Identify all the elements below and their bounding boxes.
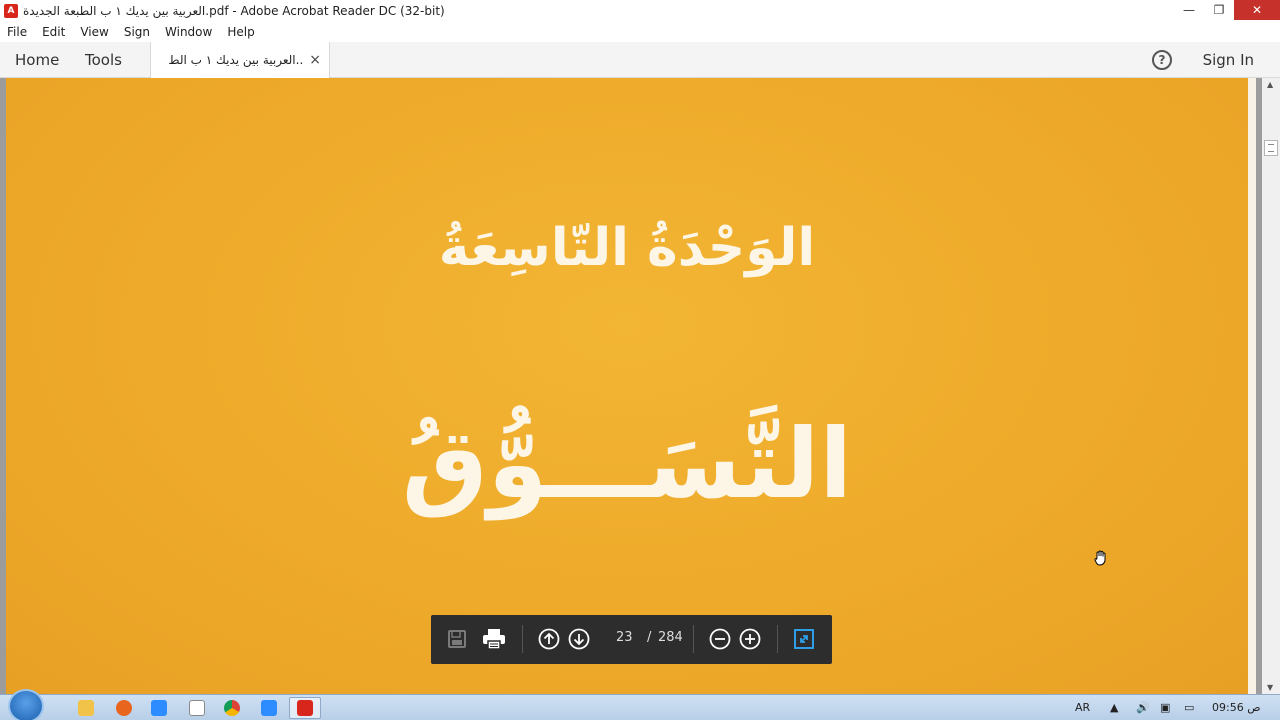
minimize-button[interactable]: — [1174, 0, 1204, 20]
scroll-down-icon[interactable]: ▼ [1267, 683, 1273, 692]
hand-cursor-icon [1094, 550, 1106, 566]
toolbar-divider [693, 625, 694, 653]
zoom-in-icon[interactable] [738, 627, 762, 651]
action-center-icon[interactable]: ▭ [1184, 695, 1194, 720]
acrobat-app-icon: A [4, 4, 18, 18]
previous-page-icon[interactable] [537, 627, 561, 651]
next-page-icon[interactable] [567, 627, 591, 651]
menu-file[interactable]: File [0, 25, 35, 39]
current-page-input[interactable]: 23 [616, 630, 633, 645]
tab-home[interactable]: Home [15, 42, 59, 78]
page-edge [1248, 78, 1256, 694]
fit-page-icon[interactable] [792, 627, 816, 651]
start-button[interactable] [8, 689, 44, 720]
document-tab-title: العربية بين يديك ١ ب الط.. [168, 53, 304, 67]
total-pages: 284 [658, 630, 683, 645]
floating-toolbar: 23 / 284 [431, 615, 832, 664]
firefox-taskbar-icon[interactable] [108, 697, 140, 719]
page-separator: / [647, 630, 652, 645]
help-icon[interactable]: ? [1152, 50, 1172, 70]
zoom-out-icon[interactable] [708, 627, 732, 651]
taskbar: AR ▲ 🔊 ▣ ▭ 09:56 ص [0, 689, 1280, 720]
show-hidden-icons[interactable]: ▲ [1110, 695, 1118, 720]
menu-edit[interactable]: Edit [35, 25, 73, 39]
menu-view[interactable]: View [73, 25, 116, 39]
scroll-up-icon[interactable]: ▲ [1267, 80, 1273, 89]
menu-window[interactable]: Window [158, 25, 220, 39]
toolbar-divider [777, 625, 778, 653]
window-title: العربية بين يديك ١ ب الطبعة الجديدة.pdf … [23, 4, 445, 18]
toolbar-divider [522, 625, 523, 653]
menu-sign[interactable]: Sign [117, 25, 158, 39]
chrome-taskbar-icon[interactable] [216, 697, 248, 719]
unit-heading: الوَحْدَةُ التّاسِعَةُ [438, 218, 816, 278]
document-tab[interactable]: العربية بين يديك ١ ب الط.. × [150, 42, 330, 78]
zoom-taskbar-icon[interactable] [253, 697, 285, 719]
print-icon[interactable] [482, 627, 506, 651]
menu-help[interactable]: Help [220, 25, 262, 39]
vertical-scrollbar[interactable]: ▲ ▼ [1262, 78, 1280, 694]
zoom-taskbar-icon[interactable] [143, 697, 175, 719]
document-viewport[interactable]: الوَحْدَةُ التّاسِعَةُ التَّسَـــوُّقُ [0, 78, 1280, 694]
save-icon[interactable] [445, 627, 469, 651]
menu-bar: File Edit View Sign Window Help [0, 22, 1280, 42]
acrobat-taskbar-icon[interactable] [289, 697, 321, 719]
restore-button[interactable]: ❐ [1204, 0, 1234, 20]
sign-in-button[interactable]: Sign In [1203, 42, 1254, 78]
network-icon[interactable]: ▣ [1160, 695, 1170, 720]
pdf-page: الوَحْدَةُ التّاسِعَةُ التَّسَـــوُّقُ [6, 78, 1248, 694]
language-indicator[interactable]: AR [1075, 695, 1090, 720]
tab-tools[interactable]: Tools [85, 42, 122, 78]
window-controls: — ❐ ✕ [1174, 0, 1280, 22]
close-tab-icon[interactable]: × [309, 52, 321, 68]
documents-taskbar-icon[interactable] [181, 697, 213, 719]
file-explorer-taskbar-icon[interactable] [70, 697, 102, 719]
volume-icon[interactable]: 🔊 [1136, 695, 1150, 720]
scroll-thumb[interactable] [1264, 140, 1278, 156]
clock[interactable]: 09:56 ص [1212, 695, 1261, 720]
title-bar: A العربية بين يديك ١ ب الطبعة الجديدة.pd… [0, 0, 1280, 22]
close-window-button[interactable]: ✕ [1234, 0, 1280, 20]
unit-title: التَّسَـــوُّقُ [401, 408, 853, 520]
tab-bar: Home Tools العربية بين يديك ١ ب الط.. × … [0, 42, 1280, 78]
